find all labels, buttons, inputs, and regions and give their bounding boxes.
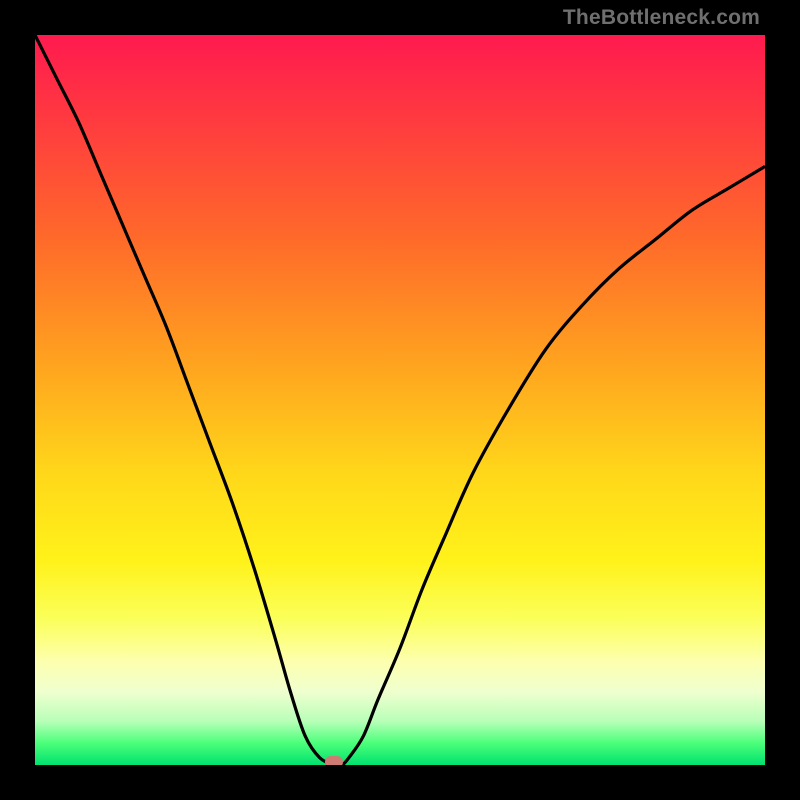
plot-area xyxy=(35,35,765,765)
chart-frame: TheBottleneck.com xyxy=(0,0,800,800)
bottleneck-curve xyxy=(35,35,765,765)
optimal-marker xyxy=(325,756,343,765)
brand-watermark: TheBottleneck.com xyxy=(563,6,760,30)
